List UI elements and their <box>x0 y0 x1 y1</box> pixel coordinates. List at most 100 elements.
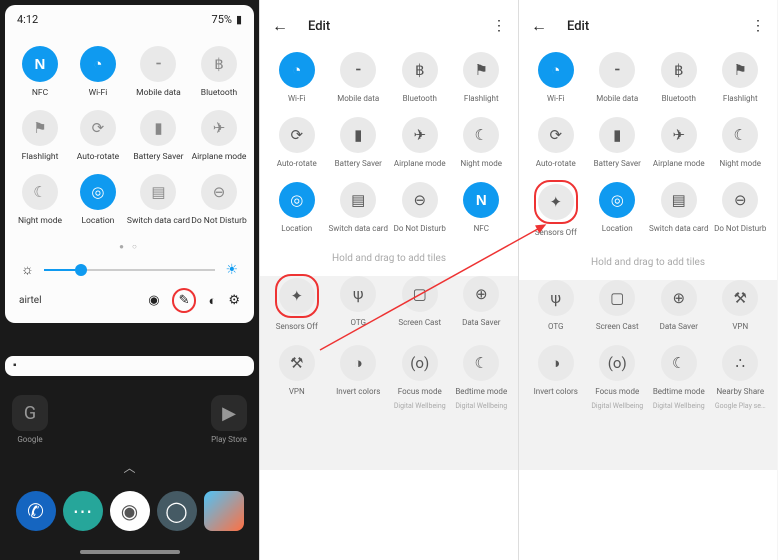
more-icon[interactable]: ⋮ <box>751 18 765 34</box>
tile-switch-data-card[interactable]: ▤Switch data card <box>648 182 710 237</box>
tile-battery-saver[interactable]: ▮Battery Saver <box>328 117 390 168</box>
tile-sublabel: Digital Wellbeing <box>394 402 446 410</box>
shade-footer: airtel ◉ ✎ ◐ ⚙ <box>5 288 254 319</box>
tile-label: Bedtime mode <box>455 387 507 396</box>
tile-airplane-mode[interactable]: ✈Airplane mode <box>190 110 248 162</box>
tile-switch-data-card[interactable]: ▤Switch data card <box>127 174 190 226</box>
tile-focus-mode[interactable]: (o)Focus modeDigital Wellbeing <box>587 345 649 410</box>
N-icon: N <box>22 46 58 82</box>
tile-battery-saver[interactable]: ▮Battery Saver <box>127 110 190 162</box>
tile-label: Wi-Fi <box>547 94 565 103</box>
tile-auto-rotate[interactable]: ⟳Auto-rotate <box>69 110 127 162</box>
edit-icon[interactable]: ✎ <box>172 288 197 313</box>
tile-battery-saver[interactable]: ▮Battery Saver <box>587 117 649 168</box>
tile-nearby-share[interactable]: ∴Nearby ShareGoogle Play se… <box>710 345 772 410</box>
tile-bedtime-mode[interactable]: ☾Bedtime modeDigital Wellbeing <box>648 345 710 410</box>
tile-auto-rotate[interactable]: ⟳Auto-rotate <box>525 117 587 168</box>
tile-sensors-off[interactable]: ✦Sensors Off <box>525 182 587 237</box>
tile-do-not-disturb[interactable]: ⊖Do Not Disturb <box>710 182 772 237</box>
tile-invert-colors[interactable]: ◑Invert colors <box>525 345 587 410</box>
tile-do-not-disturb[interactable]: ⊖Do Not Disturb <box>389 182 451 233</box>
tile-label: Airplane mode <box>394 159 446 168</box>
tile-invert-colors[interactable]: ◑Invert colors <box>328 345 390 410</box>
page-title: Edit <box>567 19 731 34</box>
tile-location[interactable]: ◎Location <box>587 182 649 237</box>
tile-label: Sensors Off <box>276 322 318 331</box>
tile-vpn[interactable]: ⚒VPN <box>266 345 328 410</box>
tile-nfc[interactable]: NNFC <box>451 182 513 233</box>
tile-vpn[interactable]: ⚒VPN <box>710 280 772 331</box>
back-icon[interactable]: ← <box>531 16 547 36</box>
tile-data-saver[interactable]: ⊕Data Saver <box>451 276 513 331</box>
tile-label: Data Saver <box>660 322 698 331</box>
tile-mobile-data[interactable]: ⁃Mobile data <box>587 52 649 103</box>
back-icon[interactable]: ← <box>272 16 288 36</box>
tile-bluetooth[interactable]: ฿Bluetooth <box>389 52 451 103</box>
tile-flashlight[interactable]: ⚑Flashlight <box>11 110 69 162</box>
tile-location[interactable]: ◎Location <box>69 174 127 226</box>
tile-flashlight[interactable]: ⚑Flashlight <box>710 52 772 103</box>
tile-label: Battery Saver <box>594 159 641 168</box>
tile-mobile-data[interactable]: ⁃Mobile data <box>328 52 390 103</box>
more-icon[interactable]: ⋮ <box>492 18 506 34</box>
tile-label: Night mode <box>18 216 62 226</box>
tile-airplane-mode[interactable]: ✈Airplane mode <box>648 117 710 168</box>
tile-label: Sensors Off <box>535 228 577 237</box>
dock-camera[interactable]: ◯ <box>157 491 197 531</box>
dock-chrome[interactable]: ◉ <box>110 491 150 531</box>
tile-switch-data-card[interactable]: ▤Switch data card <box>328 182 390 233</box>
notification-card[interactable]: ▪ <box>5 356 254 376</box>
signal-icon: ⁃ <box>599 52 635 88</box>
tile-night-mode[interactable]: ☾Night mode <box>710 117 772 168</box>
flash-icon: ⚑ <box>22 110 58 146</box>
tile-bluetooth[interactable]: ฿Bluetooth <box>648 52 710 103</box>
tile-wi-fi[interactable]: ◔Wi-Fi <box>266 52 328 103</box>
tile-label: Mobile data <box>136 88 181 98</box>
theme-icon[interactable]: ◐ <box>208 293 216 309</box>
tile-bluetooth[interactable]: ฿Bluetooth <box>190 46 248 98</box>
battery-icon: ▮ <box>236 13 242 26</box>
swipe-up-indicator[interactable]: ︿ <box>12 459 247 476</box>
tile-wi-fi[interactable]: ◔Wi-Fi <box>69 46 127 98</box>
edit-tiles-panel-after: ← Edit ⋮ ◔Wi-Fi⁃Mobile data฿Bluetooth⚑Fl… <box>518 0 777 560</box>
tile-flashlight[interactable]: ⚑Flashlight <box>451 52 513 103</box>
tile-mobile-data[interactable]: ⁃ Mobile data <box>127 46 190 98</box>
tile-sublabel: Google Play se… <box>715 402 766 410</box>
tile-screen-cast[interactable]: ▢Screen Cast <box>587 280 649 331</box>
user-icon[interactable]: ◉ <box>148 293 159 308</box>
tile-night-mode[interactable]: ☾Night mode <box>451 117 513 168</box>
app-google[interactable]: G Google <box>12 395 48 444</box>
app-playstore[interactable]: ▶ Play Store <box>211 395 247 444</box>
tile-night-mode[interactable]: ☾ Night mode <box>11 174 69 226</box>
moon-icon: ☾ <box>722 117 758 153</box>
wifi-icon: ◔ <box>80 46 116 82</box>
drag-hint: Hold and drag to add tiles <box>260 237 518 276</box>
tile-do-not-disturb[interactable]: ⊖Do Not Disturb <box>190 174 248 226</box>
otg-icon: ψ <box>340 276 376 312</box>
brightness-slider[interactable] <box>44 269 216 271</box>
dock-phone[interactable]: ✆ <box>16 491 56 531</box>
moon-icon: ☾ <box>22 174 58 210</box>
moon-icon: ☾ <box>463 117 499 153</box>
signal-icon: ⁃ <box>140 46 176 82</box>
tile-bedtime-mode[interactable]: ☾Bedtime modeDigital Wellbeing <box>451 345 513 410</box>
tile-auto-rotate[interactable]: ⟳Auto-rotate <box>266 117 328 168</box>
dock-messages[interactable]: ⋯ <box>63 491 103 531</box>
nav-gesture-hint[interactable] <box>80 550 180 554</box>
tile-sensors-off[interactable]: ✦Sensors Off <box>266 276 328 331</box>
bt-icon: ฿ <box>201 46 237 82</box>
tile-label: Bluetooth <box>403 94 437 103</box>
tile-location[interactable]: ◎Location <box>266 182 328 233</box>
tile-otg[interactable]: ψOTG <box>525 280 587 331</box>
tile-wi-fi[interactable]: ◔Wi-Fi <box>525 52 587 103</box>
tile-otg[interactable]: ψOTG <box>328 276 390 331</box>
tile-data-saver[interactable]: ⊕Data Saver <box>648 280 710 331</box>
tile-airplane-mode[interactable]: ✈Airplane mode <box>389 117 451 168</box>
otg-icon: ψ <box>538 280 574 316</box>
tile-nfc[interactable]: NNFC <box>11 46 69 98</box>
dock-photos[interactable] <box>204 491 244 531</box>
tile-label: Location <box>602 224 633 233</box>
settings-icon[interactable]: ⚙ <box>228 293 240 308</box>
tile-screen-cast[interactable]: ▢Screen Cast <box>389 276 451 331</box>
tile-focus-mode[interactable]: (o)Focus modeDigital Wellbeing <box>389 345 451 410</box>
